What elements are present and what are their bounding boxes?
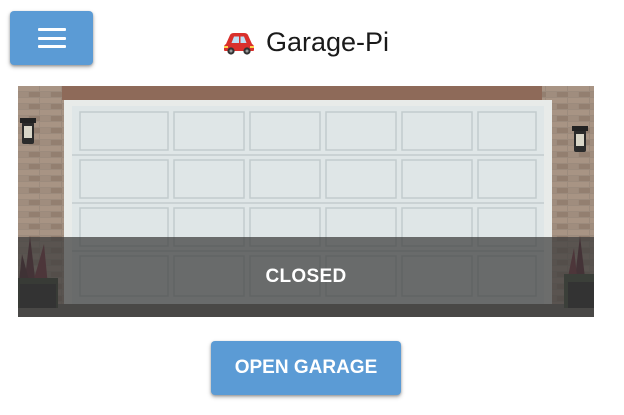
garage-camera-view: CLOSED bbox=[18, 86, 594, 317]
status-overlay: CLOSED bbox=[18, 237, 594, 317]
app-header: Garage-Pi bbox=[222, 24, 389, 60]
car-icon bbox=[224, 33, 254, 55]
open-garage-button-label: OPEN GARAGE bbox=[234, 357, 378, 378]
hamburger-menu-icon bbox=[37, 28, 66, 48]
page-title: Garage-Pi bbox=[266, 26, 390, 57]
app-root: Garage-Pi CLOSED OPEN GARAGE bbox=[0, 0, 624, 415]
menu-button[interactable] bbox=[10, 11, 93, 65]
open-garage-button[interactable]: OPEN GARAGE bbox=[211, 341, 401, 395]
garage-status-text: CLOSED bbox=[265, 266, 347, 287]
